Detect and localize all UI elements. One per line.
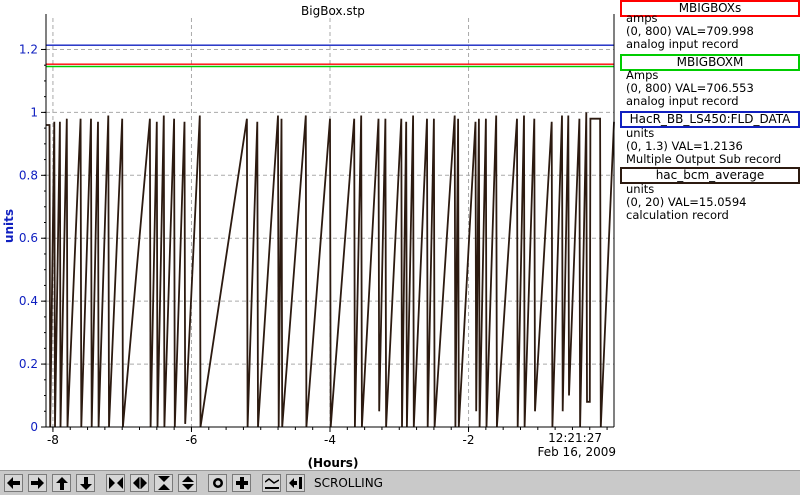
legend-record-type: analog input record [626, 37, 739, 51]
y-tick-label: 0.4 [19, 294, 38, 308]
y-axis-label: units [2, 209, 16, 243]
plot-area: BigBox.stp 0 0.2 0.4 0.6 0.8 1 1.2 -8 -6 -4 -2 uni… [2, 4, 615, 470]
graph-icon[interactable] [262, 474, 281, 492]
y-tick-label: 0.8 [19, 168, 38, 182]
y-tick-label: 1.2 [19, 42, 38, 56]
zoom-out-vertical-icon[interactable] [178, 474, 197, 492]
plot-title: BigBox.stp [301, 4, 365, 18]
y-tick-label: 1 [30, 105, 38, 119]
x-axis-label: (Hours) [308, 456, 359, 470]
x-tick-label: -6 [185, 433, 197, 447]
arrow-up-icon[interactable] [52, 474, 71, 492]
zoom-in-horizontal-icon[interactable] [106, 474, 125, 492]
toolbar: SCROLLING [0, 470, 800, 495]
zoom-out-horizontal-icon[interactable] [130, 474, 149, 492]
x-tick-label: -8 [47, 433, 59, 447]
x-tick-label: -2 [463, 433, 475, 447]
add-icon[interactable] [232, 474, 251, 492]
y-tick-label: 0 [30, 420, 38, 434]
arrow-left-icon[interactable] [4, 474, 23, 492]
legend-record-type: calculation record [626, 208, 729, 222]
zoom-in-vertical-icon[interactable] [154, 474, 173, 492]
arrow-right-icon[interactable] [28, 474, 47, 492]
legend-record-type: Multiple Output Sub record [626, 152, 782, 166]
date-label: Feb 16, 2009 [537, 445, 617, 459]
legend-record-type: analog input record [626, 94, 739, 108]
arrow-down-icon[interactable] [76, 474, 95, 492]
time-label: 12:21:27 [548, 431, 602, 445]
y-tick-label: 0.2 [19, 357, 38, 371]
record-icon[interactable] [208, 474, 227, 492]
y-tick-label: 0.6 [19, 231, 38, 245]
export-icon[interactable] [286, 474, 305, 492]
x-tick-label: -4 [324, 433, 336, 447]
series-line-hac-bcm-average [46, 112, 615, 428]
status-text: SCROLLING [314, 476, 383, 490]
